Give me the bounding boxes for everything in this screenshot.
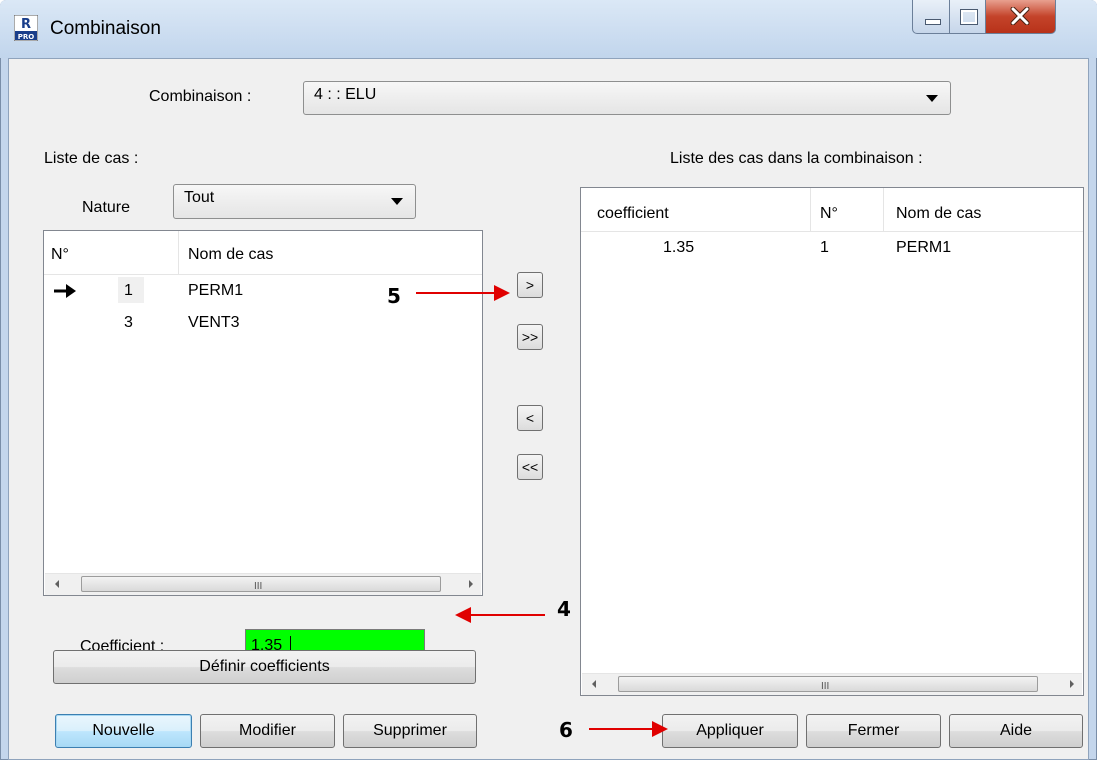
table-row[interactable]: 3 VENT3: [44, 308, 482, 338]
scroll-right-icon[interactable]: [469, 580, 473, 588]
svg-text:PRO: PRO: [18, 33, 35, 41]
combination-cases-title: Liste des cas dans la combinaison :: [670, 150, 923, 167]
annotation-5: 5: [387, 284, 401, 308]
minimize-icon: [925, 19, 941, 25]
combinaison-label: Combinaison :: [149, 88, 252, 105]
maximize-button[interactable]: [950, 0, 986, 34]
svg-text:R: R: [21, 17, 31, 32]
chevron-down-icon: [926, 95, 938, 102]
combinaison-dropdown[interactable]: 4 : : ELU: [303, 81, 951, 115]
chevron-down-icon: [391, 198, 403, 205]
remove-all-cases-button[interactable]: <<: [517, 454, 543, 480]
annotation-5-line: [416, 292, 506, 294]
aide-button[interactable]: Aide: [949, 714, 1083, 748]
scroll-right-icon[interactable]: [1070, 680, 1074, 688]
app-icon: R PRO: [13, 14, 39, 42]
row-name: PERM1: [188, 282, 244, 299]
row-num: 1: [124, 282, 133, 299]
column-separator: [883, 188, 884, 231]
add-all-cases-button[interactable]: >>: [517, 324, 543, 350]
column-header-coefficient[interactable]: coefficient: [597, 205, 669, 223]
row-name: PERM1: [896, 239, 952, 256]
row-num: 1: [820, 239, 829, 256]
scroll-left-icon[interactable]: [55, 580, 59, 588]
grip-icon: III: [254, 581, 263, 592]
horizontal-scrollbar[interactable]: III: [45, 573, 481, 595]
define-coefficients-button[interactable]: Définir coefficients: [53, 650, 476, 684]
nouvelle-button[interactable]: Nouvelle: [55, 714, 192, 748]
annotation-6: 6: [559, 718, 573, 742]
annotation-4-line: [465, 614, 545, 616]
appliquer-button[interactable]: Appliquer: [662, 714, 798, 748]
annotation-4: 4: [557, 597, 571, 621]
column-header-num[interactable]: N°: [820, 205, 838, 223]
grip-icon: III: [821, 681, 830, 692]
add-case-button[interactable]: >: [517, 272, 543, 298]
column-header-num[interactable]: N°: [51, 246, 69, 264]
supprimer-button[interactable]: Supprimer: [343, 714, 477, 748]
remove-case-button[interactable]: <: [517, 405, 543, 431]
minimize-button[interactable]: [912, 0, 950, 34]
table-row[interactable]: 1.35 1 PERM1: [581, 234, 1083, 264]
case-list[interactable]: N° Nom de cas 1 PERM1 3 VENT3 III: [43, 230, 483, 596]
case-list-header: N° Nom de cas: [44, 231, 482, 275]
fermer-button[interactable]: Fermer: [806, 714, 941, 748]
column-header-name[interactable]: Nom de cas: [896, 205, 981, 223]
scroll-left-icon[interactable]: [592, 680, 596, 688]
annotation-arrow-right-icon: [494, 285, 510, 301]
modifier-button[interactable]: Modifier: [200, 714, 335, 748]
combination-list-header: coefficient N° Nom de cas: [581, 188, 1083, 232]
nature-value: Tout: [184, 189, 215, 206]
maximize-icon: [960, 9, 978, 25]
window-title: Combinaison: [50, 18, 161, 39]
table-row[interactable]: 1 PERM1: [44, 276, 482, 306]
combination-case-list[interactable]: coefficient N° Nom de cas 1.35 1 PERM1 I…: [580, 187, 1084, 696]
arrow-right-icon: [54, 284, 76, 298]
row-coefficient: 1.35: [663, 239, 695, 256]
row-num: 3: [124, 314, 133, 331]
nature-label: Nature: [82, 199, 131, 216]
combinaison-value: 4 : : ELU: [314, 86, 377, 103]
column-separator: [810, 188, 811, 231]
column-header-name[interactable]: Nom de cas: [188, 246, 273, 264]
row-name: VENT3: [188, 314, 240, 331]
column-separator: [178, 231, 179, 274]
nature-dropdown[interactable]: Tout: [173, 184, 416, 219]
horizontal-scrollbar[interactable]: III: [582, 673, 1082, 695]
close-icon: [1010, 7, 1030, 25]
annotation-arrow-right-icon: [652, 721, 668, 737]
scrollbar-thumb[interactable]: III: [81, 576, 441, 592]
liste-de-cas-title: Liste de cas :: [44, 150, 139, 167]
close-button[interactable]: [986, 0, 1056, 34]
annotation-6-line: [589, 728, 659, 730]
scrollbar-thumb[interactable]: III: [618, 676, 1038, 692]
